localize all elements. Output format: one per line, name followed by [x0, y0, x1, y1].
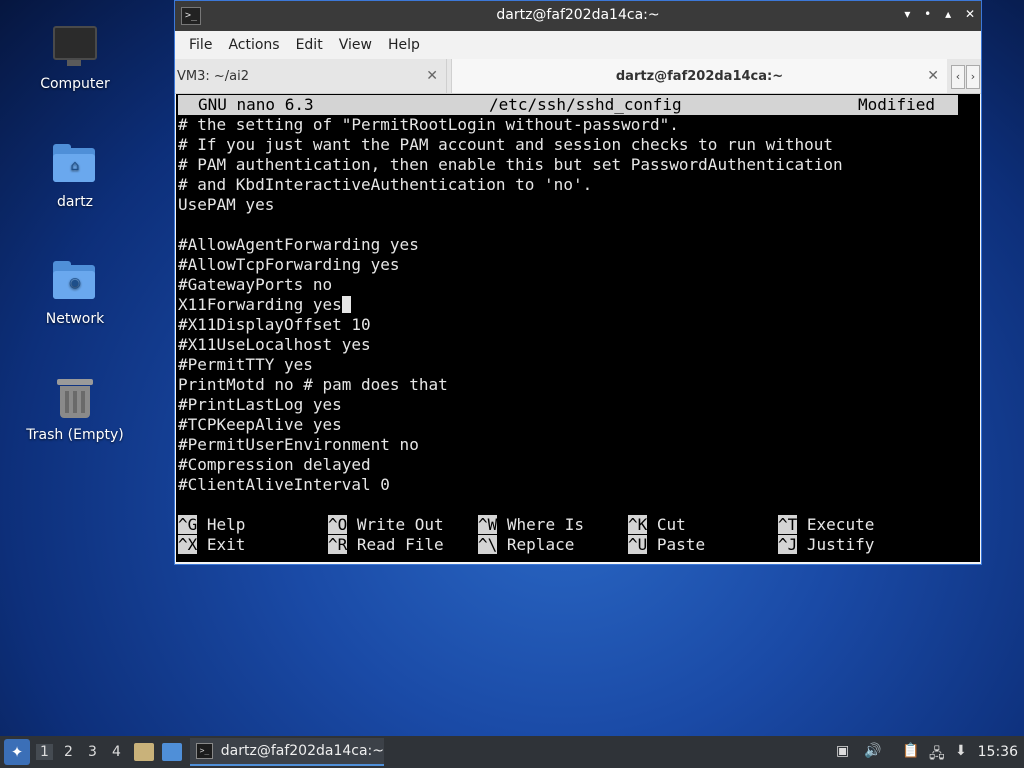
computer-icon — [51, 22, 99, 70]
text-cursor — [341, 296, 351, 313]
tab-vm3[interactable]: VM3: ~/ai2 ✕ — [175, 59, 447, 93]
tab-close-icon[interactable]: ✕ — [927, 68, 939, 84]
shortcut-exit: ^X Exit — [178, 535, 246, 554]
tab-label: dartz@faf202da14ca:~ — [615, 68, 784, 84]
nano-status: Modified — [858, 95, 936, 114]
shortcut-read-file: ^R Read File — [328, 535, 444, 554]
volume-icon[interactable]: 🔊 — [864, 743, 881, 759]
editor-line: #AllowTcpForwarding yes — [178, 255, 400, 274]
tab-close-icon[interactable]: ✕ — [426, 68, 438, 84]
editor-line: #PermitUserEnvironment no — [178, 435, 419, 454]
menu-edit[interactable]: Edit — [288, 37, 331, 53]
editor-line: #AllowAgentForwarding yes — [178, 235, 419, 254]
tab-label: VM3: ~/ai2 — [177, 68, 250, 84]
shortcut-paste: ^U Paste — [628, 535, 706, 554]
editor-line: #X11UseLocalhost yes — [178, 335, 371, 354]
editor-line: PrintMotd no # pam does that — [178, 375, 448, 394]
workspace-1[interactable]: 1 — [36, 744, 53, 760]
shortcut-justify: ^J Justify — [778, 535, 875, 554]
editor-line-text: X11Forwarding yes — [178, 295, 342, 314]
nano-version: GNU nano 6.3 — [198, 95, 314, 114]
file-manager-launcher-icon[interactable] — [134, 743, 154, 761]
tab-dartz[interactable]: dartz@faf202da14ca:~ ✕ — [451, 59, 947, 93]
editor-line: #TCPKeepAlive yes — [178, 415, 342, 434]
terminal-area[interactable]: GNU nano 6.3 /etc/ssh/sshd_config Modifi… — [176, 94, 980, 562]
taskbar-task-terminal[interactable]: >_ dartz@faf202da14ca:~ — [190, 738, 384, 766]
editor-line: # and KbdInteractiveAuthentication to 'n… — [178, 175, 593, 194]
start-menu-icon[interactable]: ✦ — [4, 739, 30, 765]
menu-actions[interactable]: Actions — [220, 37, 287, 53]
network-tray-icon[interactable]: 🖧 — [929, 743, 945, 767]
taskbar: ✦ 1 2 3 4 >_ dartz@faf202da14ca:~ ▣ 🔊 📋 … — [0, 736, 1024, 768]
desktop-icon-label: Computer — [40, 76, 110, 92]
window-title: dartz@faf202da14ca:~ — [496, 7, 660, 23]
shortcut-where-is: ^W Where Is — [478, 515, 584, 534]
shortcut-replace: ^\ Replace — [478, 535, 575, 554]
clipboard-icon[interactable]: 📋 — [902, 743, 919, 759]
update-notifier-icon[interactable]: ⬇ — [955, 743, 967, 759]
restore-button[interactable]: • — [924, 7, 931, 21]
editor-line: # PAM authentication, then enable this b… — [178, 155, 843, 174]
terminal-window: >_ dartz@faf202da14ca:~ ▾ • ▴ ✕ File Act… — [174, 0, 982, 565]
shortcut-execute: ^T Execute — [778, 515, 875, 534]
editor-line: #PermitTTY yes — [178, 355, 313, 374]
taskbar-task-label: dartz@faf202da14ca:~ — [220, 743, 384, 759]
menu-file[interactable]: File — [181, 37, 220, 53]
close-button[interactable]: ✕ — [965, 7, 975, 21]
desktop-icon-home[interactable]: ⌂ dartz — [20, 140, 130, 210]
editor-line: #PrintLastLog yes — [178, 395, 342, 414]
desktop-icon-label: dartz — [56, 194, 94, 210]
menu-view[interactable]: View — [331, 37, 380, 53]
nano-header: GNU nano 6.3 /etc/ssh/sshd_config Modifi… — [178, 95, 958, 115]
tab-bar: VM3: ~/ai2 ✕ dartz@faf202da14ca:~ ✕ ‹ › — [175, 59, 981, 94]
editor-line: #GatewayPorts no — [178, 275, 333, 294]
tray-app-icon[interactable]: ▣ — [836, 743, 849, 759]
nano-filename: /etc/ssh/sshd_config — [489, 95, 682, 114]
show-desktop-icon[interactable] — [162, 743, 182, 761]
desktop-icon-computer[interactable]: Computer — [20, 22, 130, 92]
editor-line: # the setting of "PermitRootLogin withou… — [178, 115, 679, 134]
workspace-3[interactable]: 3 — [88, 744, 97, 760]
editor-line: #Compression delayed — [178, 455, 371, 474]
desktop-icon-label: Trash (Empty) — [26, 427, 124, 443]
clock[interactable]: 15:36 — [978, 744, 1018, 760]
editor-line: #ClientAliveInterval 0 — [178, 475, 390, 494]
tab-scroll-left-icon[interactable]: ‹ — [951, 65, 965, 89]
desktop-icon-label: Network — [45, 311, 105, 327]
tab-scroll-right-icon[interactable]: › — [966, 65, 980, 89]
maximize-button[interactable]: ▴ — [945, 7, 951, 21]
network-folder-icon: ◉ — [51, 257, 99, 305]
editor-line-current: X11Forwarding yes — [178, 295, 351, 315]
terminal-icon: >_ — [196, 743, 213, 759]
home-folder-icon: ⌂ — [51, 140, 99, 188]
minimize-button[interactable]: ▾ — [904, 7, 910, 21]
desktop-icon-trash[interactable]: Trash (Empty) — [20, 373, 130, 443]
editor-line: UsePAM yes — [178, 195, 275, 214]
menu-bar: File Actions Edit View Help — [175, 31, 981, 59]
shortcut-cut: ^K Cut — [628, 515, 686, 534]
window-titlebar[interactable]: >_ dartz@faf202da14ca:~ ▾ • ▴ ✕ — [175, 1, 981, 31]
shortcut-help: ^G Help — [178, 515, 246, 534]
workspace-2[interactable]: 2 — [64, 744, 73, 760]
menu-help[interactable]: Help — [380, 37, 428, 53]
editor-line: #X11DisplayOffset 10 — [178, 315, 371, 334]
desktop-icon-network[interactable]: ◉ Network — [20, 257, 130, 327]
shortcut-write-out: ^O Write Out — [328, 515, 444, 534]
workspace-4[interactable]: 4 — [112, 744, 121, 760]
trash-icon — [51, 373, 99, 421]
editor-line: # If you just want the PAM account and s… — [178, 135, 834, 154]
